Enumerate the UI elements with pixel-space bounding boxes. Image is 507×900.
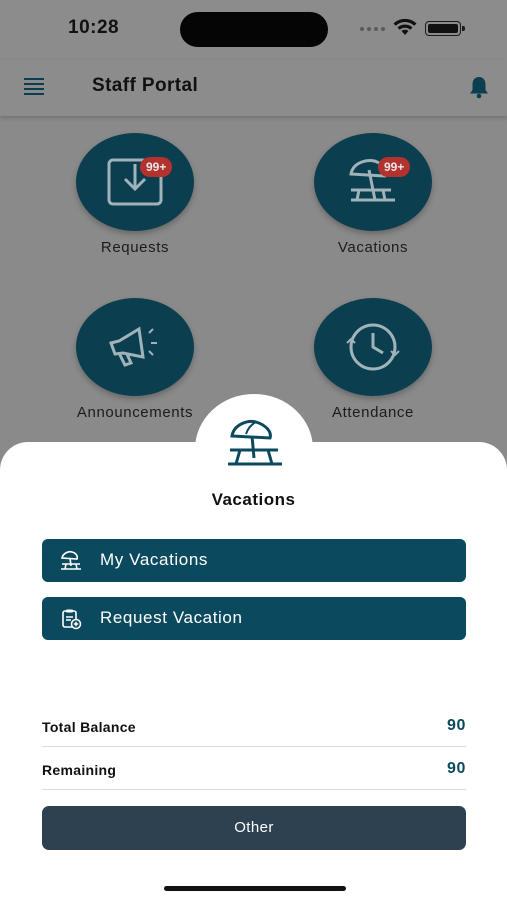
request-vacation-button[interactable]: Request Vacation — [42, 597, 466, 640]
total-balance-label: Total Balance — [42, 719, 136, 735]
status-bar: 10:28 — [0, 0, 507, 60]
dynamic-island — [180, 12, 328, 47]
total-balance-row: Total Balance 90 — [42, 707, 466, 747]
tile-attendance[interactable]: Attendance — [273, 298, 473, 421]
notification-badge: 99+ — [378, 157, 411, 177]
tile-circle — [314, 298, 432, 396]
my-vacations-button[interactable]: My Vacations — [42, 539, 466, 582]
megaphone-icon — [109, 326, 157, 367]
sheet-title: Vacations — [211, 490, 296, 509]
page-title: Staff Portal — [92, 75, 199, 96]
app-header: Staff Portal — [0, 60, 507, 116]
request-vacation-label: Request Vacation — [100, 608, 243, 627]
tile-label: Vacations — [337, 239, 409, 256]
remaining-value: 90 — [447, 760, 466, 777]
tile-vacations[interactable]: 99+ Vacations — [273, 133, 473, 256]
tile-requests[interactable]: 99+ Requests — [35, 133, 235, 256]
other-button[interactable]: Other — [42, 806, 466, 850]
cellular-signal-icon — [360, 27, 386, 33]
notification-badge: 99+ — [140, 157, 173, 177]
menu-icon[interactable] — [24, 78, 44, 95]
home-indicator[interactable] — [164, 886, 346, 891]
remaining-row: Remaining 90 — [42, 750, 466, 790]
wifi-icon — [393, 18, 417, 35]
status-time: 10:28 — [68, 17, 120, 38]
total-balance-value: 90 — [447, 717, 466, 734]
clipboard-add-icon — [62, 609, 82, 630]
battery-icon — [425, 21, 465, 36]
beach-umbrella-icon — [61, 550, 81, 570]
remaining-label: Remaining — [42, 762, 117, 778]
beach-umbrella-icon — [228, 420, 282, 466]
tile-circle: 99+ — [76, 133, 194, 231]
clock-icon — [346, 323, 400, 371]
tile-circle — [76, 298, 194, 396]
tile-label: Requests — [100, 239, 170, 256]
my-vacations-label: My Vacations — [100, 550, 208, 569]
tile-circle: 99+ — [314, 133, 432, 231]
tile-announcements[interactable]: Announcements — [35, 298, 235, 421]
bell-icon[interactable] — [468, 75, 490, 99]
